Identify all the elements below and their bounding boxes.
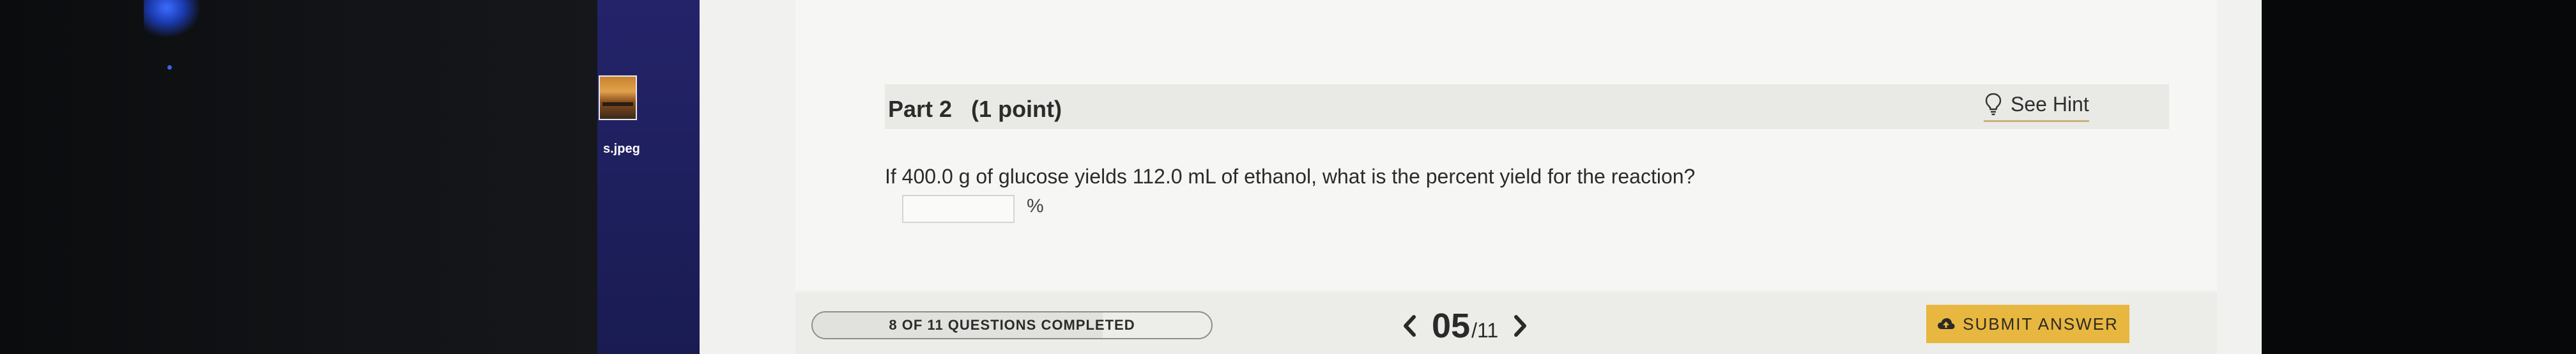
page-current: 05 [1432, 307, 1471, 345]
desktop-background [0, 0, 597, 354]
submit-answer-label: SUBMIT ANSWER [1963, 314, 2119, 334]
progress-text: 8 OF 11 QUESTIONS COMPLETED [889, 317, 1135, 333]
desktop-indicator-dot [167, 65, 172, 70]
question-card [795, 0, 2217, 290]
lightbulb-icon [1985, 93, 2002, 116]
chevron-left-icon[interactable] [1401, 313, 1418, 339]
progress-indicator: 8 OF 11 QUESTIONS COMPLETED [811, 311, 1213, 339]
question-pager: 05 /11 [1401, 305, 1529, 346]
question-text: If 400.0 g of glucose yields 112.0 mL of… [885, 165, 1696, 188]
desktop-file-label[interactable]: s.jpeg [603, 142, 640, 157]
part-header-bar [885, 84, 2169, 129]
percent-yield-input[interactable] [902, 195, 1015, 223]
part-title: Part 2 (1 point) [888, 96, 1062, 122]
see-hint-link[interactable]: See Hint [1984, 89, 2089, 122]
cloud-upload-icon [1938, 318, 1955, 329]
desktop-background-right [2262, 0, 2576, 354]
page-total: /11 [1471, 319, 1499, 342]
percent-unit-label: % [1027, 196, 1044, 217]
submit-answer-button[interactable]: SUBMIT ANSWER [1926, 305, 2129, 343]
desktop-light-glow [144, 0, 201, 38]
page-number: 05 /11 [1432, 306, 1498, 346]
desktop-wallpaper-panel [597, 0, 700, 354]
see-hint-label: See Hint [2011, 92, 2089, 116]
quiz-window: Part 2 (1 point) See Hint If 400.0 g of … [700, 0, 2262, 354]
image-file-thumbnail[interactable] [599, 75, 637, 120]
chevron-right-icon[interactable] [1512, 313, 1529, 339]
